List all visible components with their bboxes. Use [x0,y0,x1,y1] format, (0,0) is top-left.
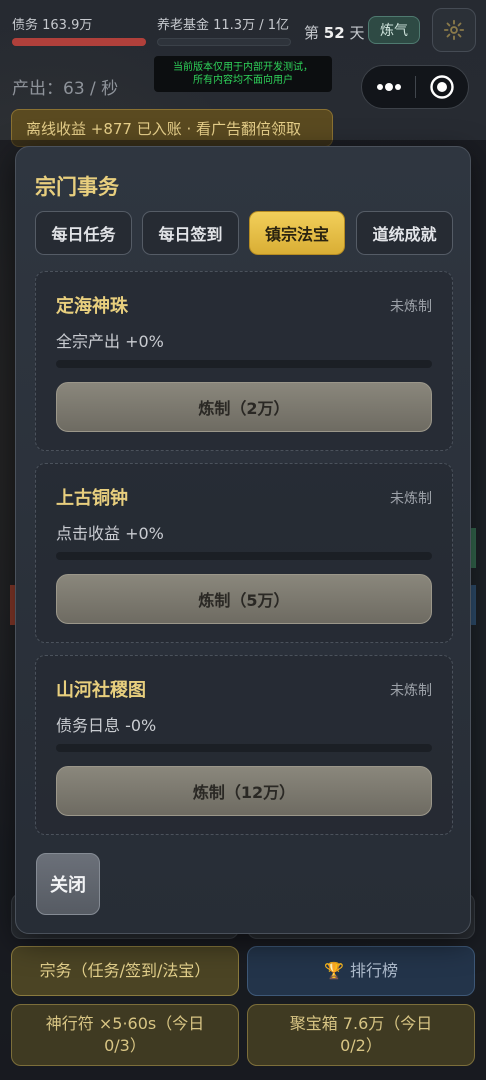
tab-lineage-achievements[interactable]: 道统成就 [356,211,453,255]
refine-button[interactable]: 炼制（2万） [56,382,432,432]
close-button[interactable]: 关闭 [36,853,100,915]
sect-affairs-modal: 宗门事务 每日任务 每日签到 镇宗法宝 道统成就 定海神珠 未炼制 全宗产出 +… [15,146,471,934]
treasure-name: 上古铜钟 [56,488,128,509]
treasure-card: 山河社稷图 未炼制 债务日息 -0% 炼制（12万） [35,655,453,835]
dev-notice-line-1: 当前版本仅用于内部开发测试， [173,62,313,73]
debt-label: 债务 163.9万 [12,18,93,33]
treasure-progress-bar [56,360,432,368]
speed-talisman-button[interactable]: 神行符 ×5·60s（今日 0/3） [11,1004,239,1066]
modal-tabs: 每日任务 每日签到 镇宗法宝 道统成就 [35,211,453,255]
sect-affairs-button[interactable]: 宗务（任务/签到/法宝） [11,946,239,996]
dev-notice: 当前版本仅用于内部开发测试， 所有内容均不面向用户 [154,56,332,92]
top-hud: 债务 163.9万 养老基金 11.3万 / 1亿 第 52 天 炼气 [0,0,486,60]
treasure-card: 上古铜钟 未炼制 点击收益 +0% 炼制（5万） [35,463,453,643]
treasure-progress-bar [56,552,432,560]
day-counter: 第 52 天 [304,22,364,43]
exit-button[interactable] [416,66,468,108]
leaderboard-button[interactable]: 🏆 排行榜 [247,946,475,996]
more-dots-icon [376,83,401,91]
treasure-name: 定海神珠 [56,296,128,317]
dev-notice-line-2: 所有内容均不面向用户 [193,75,293,86]
treasure-status: 未炼制 [390,299,432,315]
tab-daily-checkin[interactable]: 每日签到 [142,211,239,255]
modal-title: 宗门事务 [35,175,119,199]
speed-talisman-label: 神行符 ×5·60s（今日 0/3） [45,1014,205,1055]
more-button[interactable] [362,66,415,108]
treasure-status: 未炼制 [390,491,432,507]
target-icon [430,75,454,99]
treasure-effect: 点击收益 +0% [56,524,164,543]
debt-progress-fill [12,38,146,46]
refine-button[interactable]: 炼制（12万） [56,766,432,816]
trophy-icon: 🏆 [324,961,344,980]
output-rate: 产出：63 / 秒 [12,79,119,99]
treasure-card: 定海神珠 未炼制 全宗产出 +0% 炼制（2万） [35,271,453,451]
leaderboard-label: 排行榜 [349,961,398,980]
day-number: 52 [323,24,345,42]
treasure-name: 山河社稷图 [56,680,146,701]
treasure-effect: 全宗产出 +0% [56,332,164,351]
gear-icon [443,19,465,41]
treasure-chest-label: 聚宝箱 7.6万（今日 0/2） [289,1014,433,1055]
refine-button[interactable]: 炼制（5万） [56,574,432,624]
tab-daily-tasks[interactable]: 每日任务 [35,211,132,255]
realm-badge: 炼气 [368,16,420,44]
treasure-effect: 债务日息 -0% [56,716,157,735]
treasure-progress-bar [56,744,432,752]
pension-progress-bar [157,38,291,46]
treasure-status: 未炼制 [390,683,432,699]
debt-progress-bar [12,38,146,46]
settings-button[interactable] [432,8,476,52]
pension-fund-label: 养老基金 11.3万 / 1亿 [157,18,289,33]
day-prefix: 第 [304,24,320,42]
mini-program-capsule [361,65,469,109]
tab-sect-treasures[interactable]: 镇宗法宝 [249,211,345,255]
treasure-chest-button[interactable]: 聚宝箱 7.6万（今日 0/2） [247,1004,475,1066]
day-suffix: 天 [349,24,365,42]
